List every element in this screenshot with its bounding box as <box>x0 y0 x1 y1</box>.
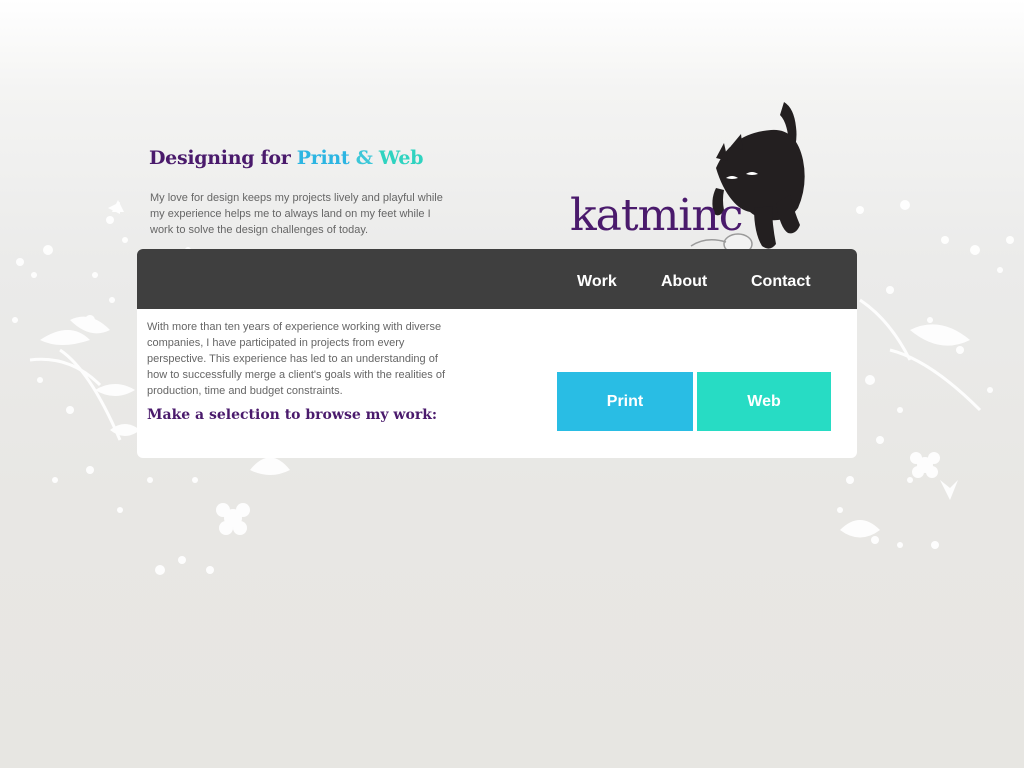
headline-print: Print <box>296 147 350 169</box>
print-button[interactable]: Print <box>557 372 693 431</box>
logo-wordmark[interactable]: katminc <box>570 190 743 241</box>
web-button[interactable]: Web <box>697 372 831 431</box>
page-headline: Designing for Print & Web <box>149 147 423 169</box>
headline-web: Web <box>378 147 424 169</box>
headline-prefix: Designing for <box>149 147 291 169</box>
experience-text: With more than ten years of experience w… <box>147 321 446 397</box>
nav-work[interactable]: Work <box>577 273 617 291</box>
content-card: Work About Contact With more than ten ye… <box>137 249 857 458</box>
headline-amp: & <box>355 147 373 169</box>
nav-contact[interactable]: Contact <box>751 273 811 291</box>
intro-text: My love for design keeps my projects liv… <box>150 192 443 236</box>
main-navbar: Work About Contact <box>137 249 857 309</box>
nav-about[interactable]: About <box>661 273 707 291</box>
selection-prompt: Make a selection to browse my work: <box>147 407 438 423</box>
